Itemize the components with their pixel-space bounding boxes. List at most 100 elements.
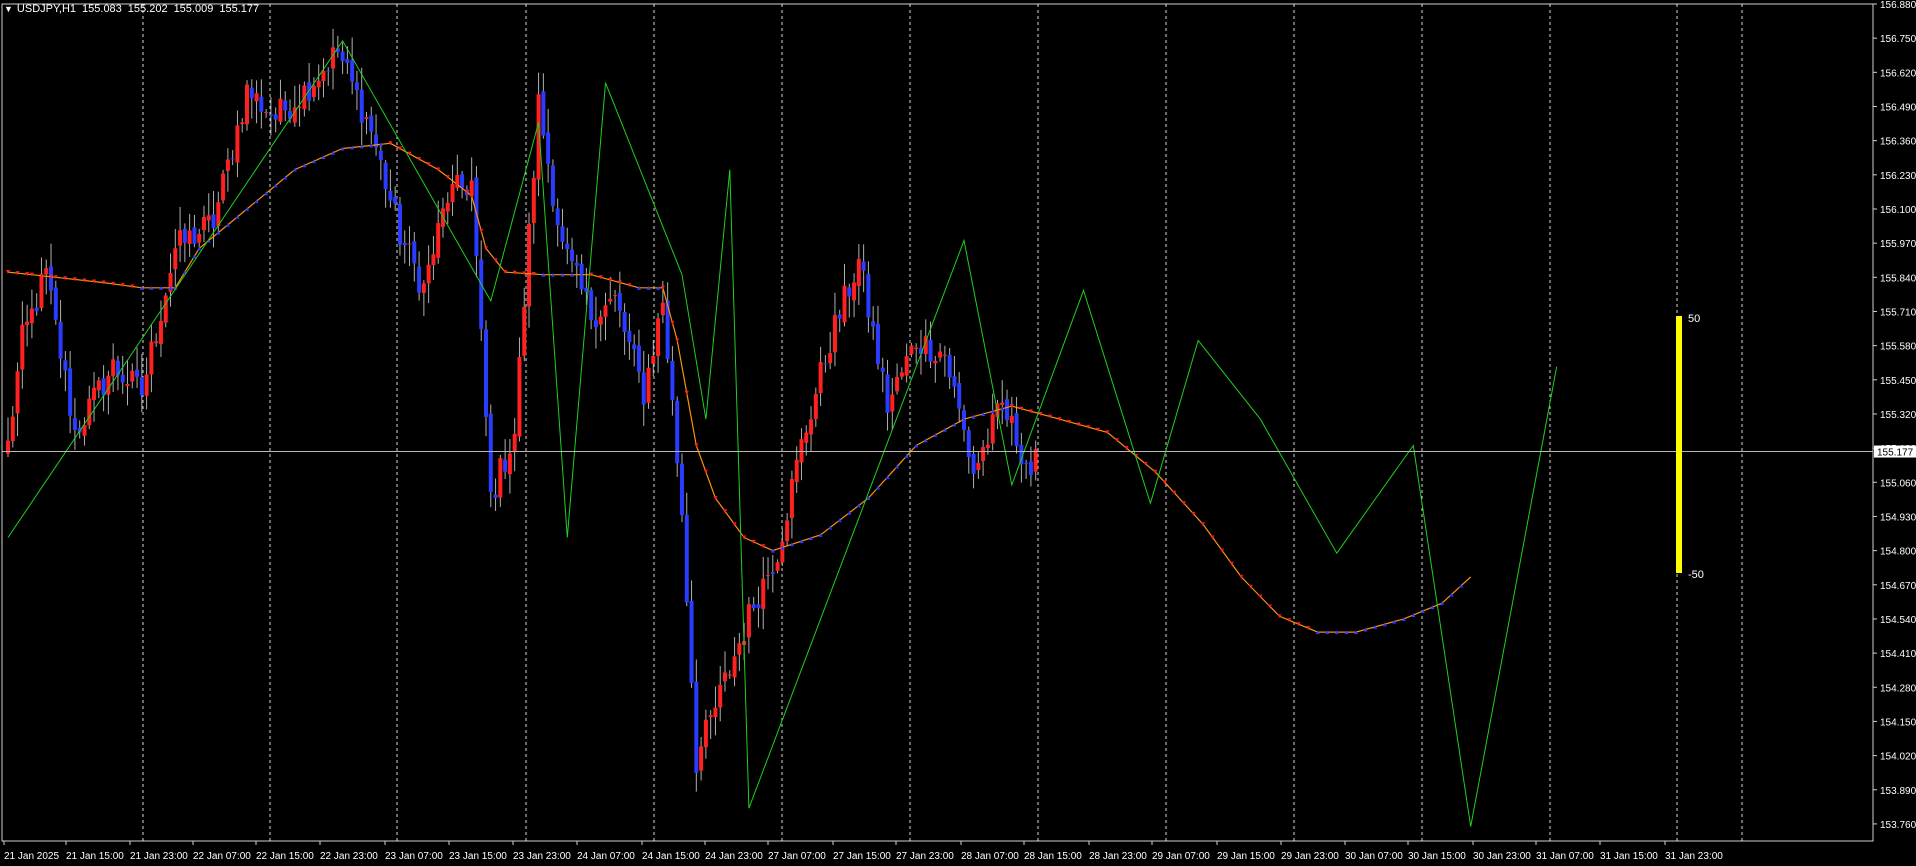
candle-body <box>436 223 441 258</box>
candle-body <box>383 162 388 190</box>
candle-body <box>842 285 847 323</box>
candle-body <box>933 360 938 364</box>
candle-body <box>197 233 202 243</box>
candle-body <box>818 362 823 394</box>
candle-body <box>766 575 771 577</box>
candle-body <box>354 82 359 91</box>
y-tick-label: 156.230 <box>1880 171 1916 182</box>
x-tick-label: 22 Jan 15:00 <box>256 851 314 862</box>
candle-body <box>746 604 751 638</box>
candle-body <box>10 416 15 442</box>
x-tick-label: 22 Jan 07:00 <box>193 851 251 862</box>
candle-body <box>952 376 957 387</box>
x-tick-label: 23 Jan 23:00 <box>513 851 571 862</box>
candle-body <box>636 345 641 372</box>
candle-body <box>531 177 536 223</box>
candle-body <box>613 295 618 297</box>
candle-body <box>34 307 39 312</box>
candle-body <box>402 242 407 246</box>
candle-body <box>245 84 249 125</box>
candle-body <box>809 419 814 435</box>
candle-body <box>268 114 273 116</box>
y-tick-label: 156.360 <box>1880 137 1916 148</box>
candle-body <box>789 479 794 519</box>
candle-body <box>460 174 465 189</box>
candle-body <box>163 295 168 323</box>
candle-body <box>397 203 402 245</box>
oscillator-min-label: -50 <box>1688 569 1704 581</box>
y-tick-label: 154.670 <box>1880 581 1916 592</box>
candle-body <box>493 494 498 498</box>
candle-body <box>154 341 159 344</box>
candle-body <box>283 100 288 111</box>
candle-body <box>53 287 58 320</box>
candle-body <box>990 414 995 444</box>
candle-body <box>632 344 637 350</box>
candle-body <box>125 383 130 386</box>
candle-body <box>450 183 455 203</box>
oscillator-bar <box>1676 316 1682 573</box>
candle-body <box>622 312 627 332</box>
candle-body <box>412 241 417 264</box>
candle-body <box>813 393 818 419</box>
candle-body <box>288 111 293 119</box>
x-tick-label: 31 Jan 23:00 <box>1665 851 1723 862</box>
candle-body <box>871 321 876 327</box>
candle-body <box>756 604 761 609</box>
candle-body <box>976 462 981 471</box>
x-tick-label: 21 Jan 23:00 <box>130 851 188 862</box>
candle-body <box>144 374 149 396</box>
x-tick-label: 27 Jan 23:00 <box>896 851 954 862</box>
candle-body <box>837 314 842 319</box>
candle-body <box>517 357 522 437</box>
price-chart[interactable]: 21 Jan 2025 21 Jan 15:00 21 Jan 23:00 22 Ja… <box>0 0 1916 866</box>
y-tick-label: 154.150 <box>1880 717 1916 728</box>
candle-body <box>479 259 484 329</box>
candle-body <box>378 150 383 161</box>
candle-body <box>804 432 809 443</box>
candle-body <box>421 283 426 294</box>
x-tick-label: 29 Jan 15:00 <box>1217 851 1275 862</box>
x-tick-label: 24 Jan 15:00 <box>642 851 700 862</box>
x-tick-label: 30 Jan 23:00 <box>1473 851 1531 862</box>
oscillator-max-label: 50 <box>1688 313 1700 325</box>
candle-body <box>570 249 575 262</box>
candle-body <box>96 380 101 391</box>
candle-body <box>58 321 63 359</box>
candle-body <box>732 656 737 678</box>
candle-body <box>861 261 866 271</box>
y-tick-label: 155.710 <box>1880 307 1916 318</box>
candle-body <box>938 351 943 358</box>
candle-body <box>63 360 68 371</box>
candle-body <box>608 298 613 302</box>
candle-body <box>211 214 216 229</box>
x-tick-label: 31 Jan 15:00 <box>1600 851 1658 862</box>
candle-body <box>627 330 632 343</box>
candle-body <box>426 264 431 284</box>
x-tick-label: 29 Jan 07:00 <box>1152 851 1210 862</box>
x-tick-label: 28 Jan 15:00 <box>1024 851 1082 862</box>
candle-body <box>751 604 756 609</box>
y-tick-label: 156.750 <box>1880 34 1916 45</box>
candle-body <box>928 339 933 362</box>
ma-arrow-down <box>703 469 708 474</box>
candle-body <box>182 228 187 243</box>
candle-body <box>947 354 952 378</box>
ma-arrow-down <box>479 228 484 233</box>
candle-body <box>684 514 689 603</box>
candle-body <box>240 122 245 125</box>
candle-body <box>72 418 77 430</box>
candle-body <box>966 430 971 457</box>
current-price-label: 155.177 <box>1877 448 1914 459</box>
candle-body <box>369 115 374 132</box>
candle-body <box>192 227 197 244</box>
candle-body <box>158 321 163 344</box>
candle-body <box>603 305 608 317</box>
candle-body <box>264 111 269 113</box>
x-tick-label: 30 Jan 07:00 <box>1345 851 1403 862</box>
y-tick-label: 156.490 <box>1880 102 1916 113</box>
candle-body <box>689 600 694 683</box>
candle-body <box>718 684 723 708</box>
candle-body <box>230 158 235 160</box>
y-tick-label: 155.580 <box>1880 342 1916 353</box>
